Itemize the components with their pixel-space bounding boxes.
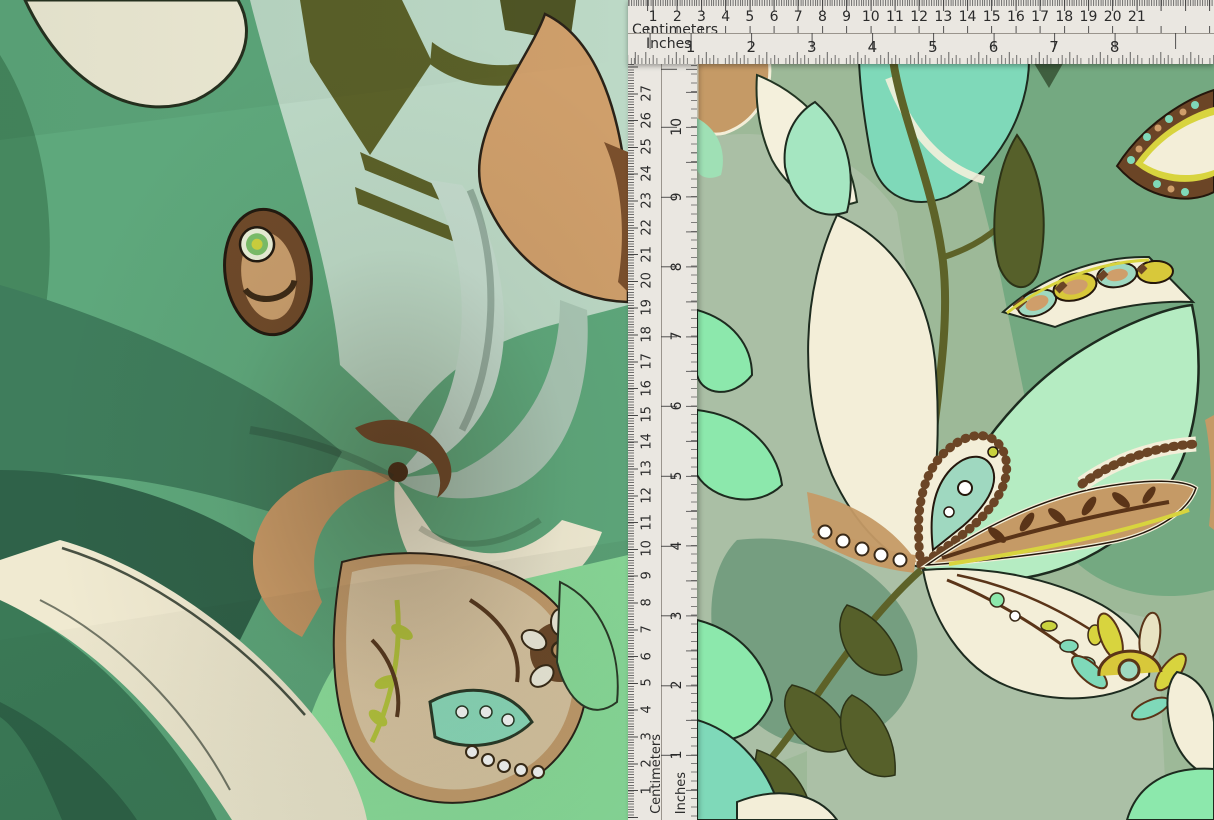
horizontal-ruler-inch-eighth-ticks (628, 58, 1214, 64)
vertical-ruler-cm-labels: 1234567891011121314151617181920212223242… (637, 64, 657, 820)
horizontal-ruler: 123456789101112131415161718192021 Centim… (628, 0, 1214, 64)
cm-tick-label: 15 (980, 9, 1004, 25)
inch-tick-label: 6 (642, 395, 712, 417)
cm-tick-label: 13 (931, 9, 955, 25)
cm-tick-label: 25 (634, 137, 661, 157)
cm-tick-label: 20 (1101, 9, 1125, 25)
inch-tick-label: 3 (642, 605, 712, 627)
inch-tick-label: 3 (782, 38, 843, 56)
cm-tick-label: 8 (810, 9, 834, 25)
cm-tick-label: 12 (634, 485, 661, 505)
cm-tick-label: 18 (1052, 9, 1076, 25)
cm-tick-label: 12 (907, 9, 931, 25)
cm-tick-label: 22 (634, 217, 661, 237)
horizontal-ruler-inch-labels: 12345678 (660, 38, 1145, 56)
cm-tick-label: 10 (859, 9, 883, 25)
inches-unit-label: Inches (674, 772, 689, 814)
cm-tick-label: 7 (786, 9, 810, 25)
cm-tick-label: 19 (634, 298, 661, 318)
inch-tick-label: 1 (660, 38, 721, 56)
cm-tick-label: 21 (1125, 9, 1149, 25)
cm-tick-label: 9 (634, 566, 661, 586)
inch-tick-label: 4 (842, 38, 903, 56)
cm-tick-label: 19 (1076, 9, 1100, 25)
inch-tick-label: 2 (642, 674, 712, 696)
cm-tick-label: 4 (634, 700, 661, 720)
cm-tick-label: 14 (634, 432, 661, 452)
vertical-ruler: 1234567891011121314151617181920212223242… (628, 64, 697, 820)
fabric-listing-photo: 123456789101112131415161718192021 Centim… (0, 0, 1214, 820)
vertical-ruler-inch-eighth-ticks (691, 64, 697, 820)
cm-tick-label: 11 (883, 9, 907, 25)
cm-tick-label: 5 (738, 9, 762, 25)
cm-tick-label: 14 (955, 9, 979, 25)
inch-tick-label: 4 (642, 535, 712, 557)
scrunched-fabric-photo (0, 0, 628, 820)
inch-tick-label: 2 (721, 38, 782, 56)
cm-tick-label: 11 (634, 512, 661, 532)
cm-tick-label: 17 (1028, 9, 1052, 25)
inch-tick-label: 7 (1024, 38, 1085, 56)
vertical-ruler-inch-labels: 12345678910 (666, 64, 688, 820)
inch-tick-label: 5 (642, 465, 712, 487)
cm-tick-label: 27 (634, 83, 661, 103)
centimeters-unit-label: Centimeters (649, 734, 664, 814)
cm-tick-label: 17 (634, 351, 661, 371)
cm-tick-label: 16 (1004, 9, 1028, 25)
cm-tick-label: 9 (835, 9, 859, 25)
inch-tick-label: 8 (642, 256, 712, 278)
inch-tick-label: 6 (963, 38, 1024, 56)
flat-fabric-photo (697, 60, 1214, 820)
inch-tick-label: 10 (642, 116, 712, 138)
inch-tick-label: 8 (1084, 38, 1145, 56)
inch-tick-label: 5 (903, 38, 964, 56)
cm-tick-label: 6 (634, 646, 661, 666)
inch-tick-label: 7 (642, 325, 712, 347)
inch-tick-label: 9 (642, 186, 712, 208)
cm-tick-label: 24 (634, 164, 661, 184)
cm-tick-label: 6 (762, 9, 786, 25)
